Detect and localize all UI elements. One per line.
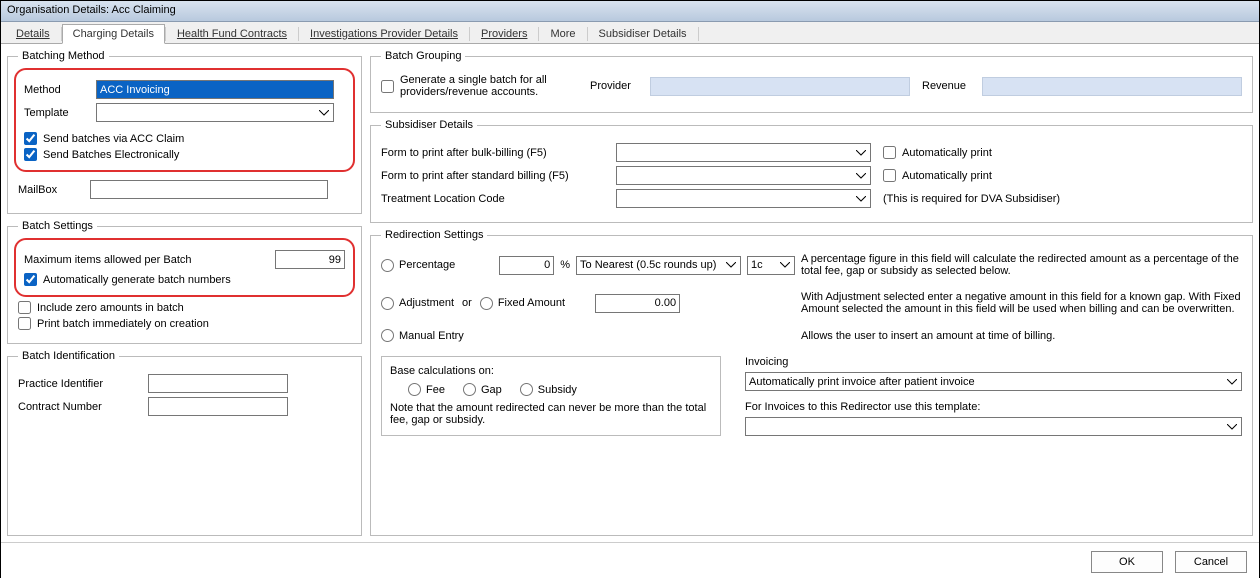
single-batch-label: Generate a single batch for all provider…: [400, 74, 590, 98]
send-electronically-checkbox[interactable]: [24, 148, 37, 161]
contract-number-label: Contract Number: [18, 401, 148, 413]
invoicing-label: Invoicing: [745, 356, 1242, 368]
batch-settings-highlight: Maximum items allowed per Batch Automati…: [14, 238, 355, 297]
batching-method-group: Batching Method Method ACC Invoicing Tem…: [7, 50, 362, 214]
include-zero-label: Include zero amounts in batch: [37, 302, 184, 314]
tab-providers[interactable]: Providers: [470, 24, 538, 43]
or-label: or: [462, 297, 472, 309]
max-items-label: Maximum items allowed per Batch: [24, 254, 275, 266]
treatment-loc-select[interactable]: [616, 189, 871, 208]
print-immediately-checkbox[interactable]: [18, 317, 31, 330]
auto-print-std-label: Automatically print: [902, 170, 1137, 182]
window-title: Organisation Details: Acc Claiming: [1, 1, 1259, 22]
practice-id-label: Practice Identifier: [18, 378, 148, 390]
dva-note: (This is required for DVA Subsidiser): [883, 193, 1060, 205]
form-standard-label: Form to print after standard billing (F5…: [381, 170, 616, 182]
adjustment-radio[interactable]: [381, 297, 394, 310]
fixed-input[interactable]: [595, 294, 680, 313]
batch-settings-group: Batch Settings Maximum items allowed per…: [7, 220, 362, 344]
revenue-display: [982, 77, 1242, 96]
manual-radio[interactable]: [381, 329, 394, 342]
round-unit-select[interactable]: 1c: [747, 256, 795, 275]
auto-print-bulk-checkbox[interactable]: [883, 146, 896, 159]
form-bulk-label: Form to print after bulk-billing (F5): [381, 147, 616, 159]
tab-bar: Details Charging Details Health Fund Con…: [1, 22, 1259, 44]
percentage-radio[interactable]: [381, 259, 394, 272]
fee-label: Fee: [426, 384, 445, 396]
batching-highlight: Method ACC Invoicing Template Send batch…: [14, 68, 355, 172]
method-select[interactable]: ACC Invoicing: [96, 80, 334, 99]
subsidiser-legend: Subsidiser Details: [381, 119, 477, 131]
tab-investigations[interactable]: Investigations Provider Details: [299, 24, 469, 43]
practice-id-input[interactable]: [148, 374, 288, 393]
invoicing-select[interactable]: Automatically print invoice after patien…: [745, 372, 1242, 391]
percentage-label: Percentage: [399, 259, 455, 271]
max-items-input[interactable]: [275, 250, 345, 269]
batch-settings-legend: Batch Settings: [18, 220, 97, 232]
print-immediately-label: Print batch immediately on creation: [37, 318, 209, 330]
auto-print-bulk-label: Automatically print: [902, 147, 1137, 159]
single-batch-checkbox[interactable]: [381, 80, 394, 93]
tab-healthfund[interactable]: Health Fund Contracts: [166, 24, 298, 43]
provider-display: [650, 77, 910, 96]
percentage-input[interactable]: [499, 256, 554, 275]
revenue-label: Revenue: [922, 80, 982, 92]
base-note: Note that the amount redirected can neve…: [390, 402, 712, 426]
template-select[interactable]: [96, 103, 334, 122]
tab-details[interactable]: Details: [5, 24, 61, 43]
gap-radio[interactable]: [463, 383, 476, 396]
redirection-legend: Redirection Settings: [381, 229, 487, 241]
adjustment-help: With Adjustment selected enter a negativ…: [801, 291, 1242, 315]
include-zero-checkbox[interactable]: [18, 301, 31, 314]
mailbox-input[interactable]: [90, 180, 328, 199]
provider-label: Provider: [590, 80, 650, 92]
gap-label: Gap: [481, 384, 502, 396]
ok-button[interactable]: OK: [1091, 551, 1163, 573]
auto-print-std-checkbox[interactable]: [883, 169, 896, 182]
auto-generate-label: Automatically generate batch numbers: [43, 274, 231, 286]
batch-id-group: Batch Identification Practice Identifier…: [7, 350, 362, 536]
batching-legend: Batching Method: [18, 50, 109, 62]
batch-id-legend: Batch Identification: [18, 350, 119, 362]
cancel-button[interactable]: Cancel: [1175, 551, 1247, 573]
template-label: Template: [24, 107, 96, 119]
subsidiser-details-group: Subsidiser Details Form to print after b…: [370, 119, 1253, 223]
percentage-help: A percentage figure in this field will c…: [801, 253, 1242, 277]
adjustment-label: Adjustment: [399, 297, 454, 309]
tab-charging[interactable]: Charging Details: [62, 24, 165, 44]
fee-radio[interactable]: [408, 383, 421, 396]
contract-number-input[interactable]: [148, 397, 288, 416]
fixed-label: Fixed Amount: [498, 297, 565, 309]
percent-sign: %: [560, 259, 570, 271]
manual-label: Manual Entry: [399, 330, 464, 342]
batch-grouping-legend: Batch Grouping: [381, 50, 465, 62]
form-bulk-select[interactable]: [616, 143, 871, 162]
subsidy-label: Subsidy: [538, 384, 577, 396]
method-label: Method: [24, 84, 96, 96]
send-via-acc-checkbox[interactable]: [24, 132, 37, 145]
treatment-loc-label: Treatment Location Code: [381, 193, 616, 205]
base-on-label: Base calculations on:: [390, 365, 712, 377]
auto-generate-checkbox[interactable]: [24, 273, 37, 286]
mailbox-label: MailBox: [18, 184, 90, 196]
batch-grouping-group: Batch Grouping Generate a single batch f…: [370, 50, 1253, 113]
tab-subsidiser[interactable]: Subsidiser Details: [588, 24, 698, 43]
form-standard-select[interactable]: [616, 166, 871, 185]
rounding-select[interactable]: To Nearest (0.5c rounds up): [576, 256, 741, 275]
manual-help: Allows the user to insert an amount at t…: [801, 330, 1242, 342]
template-note: For Invoices to this Redirector use this…: [745, 401, 1242, 413]
subsidy-radio[interactable]: [520, 383, 533, 396]
redirection-group: Redirection Settings Percentage % To Nea…: [370, 229, 1253, 536]
invoice-template-select[interactable]: [745, 417, 1242, 436]
send-via-acc-label: Send batches via ACC Claim: [43, 133, 184, 145]
send-electronically-label: Send Batches Electronically: [43, 149, 179, 161]
tab-more[interactable]: More: [539, 24, 586, 43]
fixed-radio[interactable]: [480, 297, 493, 310]
